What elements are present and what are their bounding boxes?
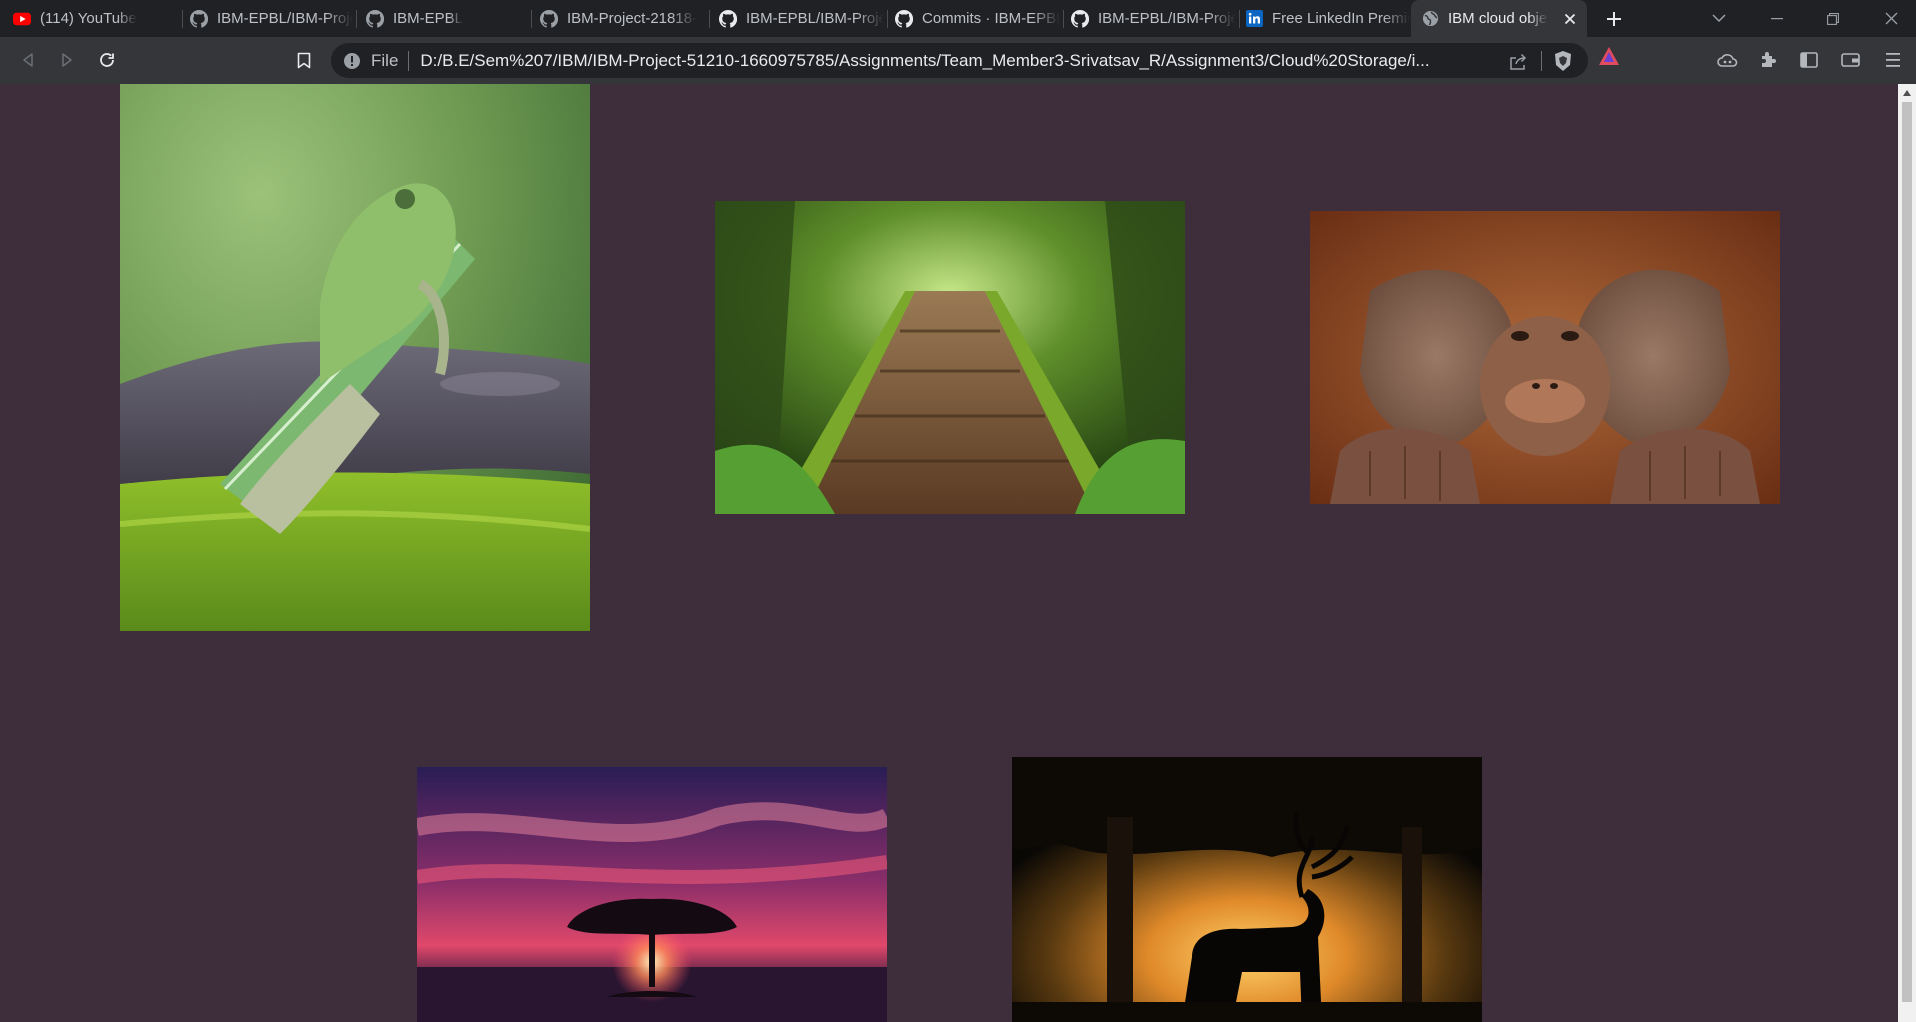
minimize-icon: [1771, 17, 1783, 19]
omnibox-divider: [1541, 51, 1542, 71]
page-scrollbar[interactable]: [1898, 84, 1916, 1022]
back-arrow-icon: [23, 53, 33, 67]
tab-strip: (114) YouTube IBM-EPBL/IBM-Project IBM-E…: [0, 0, 1916, 37]
linkedin-icon: [1245, 10, 1263, 28]
url-text[interactable]: D:/B.E/Sem%207/IBM/IBM-Project-51210-166…: [420, 51, 1450, 71]
close-window-button[interactable]: [1868, 0, 1914, 37]
globe-icon: [1421, 10, 1439, 28]
tab-title: IBM-EPBL: [393, 10, 464, 27]
tab-title: (114) YouTube: [40, 10, 137, 27]
bookmark-button[interactable]: [290, 46, 318, 74]
bookmark-icon: [297, 52, 311, 68]
info-icon[interactable]: [343, 52, 361, 70]
back-button[interactable]: [14, 46, 42, 74]
new-tab-button[interactable]: [1600, 5, 1628, 33]
wallet-button[interactable]: [1836, 46, 1864, 74]
mossy-forest-boardwalk-image: [715, 201, 1185, 514]
tab-github-ibm-epbl-project-2[interactable]: IBM-EPBL/IBM-Project: [719, 0, 884, 37]
chevron-down-icon: [1712, 14, 1726, 23]
tab-separator: [1239, 10, 1240, 28]
hamburger-menu-icon: [1886, 53, 1900, 67]
orangutan-face-image: [1310, 211, 1780, 504]
omnibox-divider: [408, 50, 410, 71]
restore-icon: [1827, 12, 1839, 25]
youtube-icon: [13, 10, 31, 28]
tab-title: Commits · IBM-EPBL: [922, 10, 1060, 27]
scrollbar-thumb[interactable]: [1902, 102, 1912, 1002]
github-icon: [190, 9, 208, 28]
reload-button[interactable]: [93, 46, 121, 74]
sunset-tree-silhouette-image: [417, 767, 887, 1022]
tab-github-ibm-epbl-project-1[interactable]: IBM-EPBL/IBM-Project: [190, 0, 353, 37]
github-icon: [895, 9, 913, 28]
tab-separator: [531, 10, 532, 28]
forward-arrow-icon: [62, 53, 72, 67]
forward-button[interactable]: [53, 46, 81, 74]
deer-silhouette-sunset-image: [1012, 757, 1482, 1022]
close-icon: [1885, 12, 1897, 25]
vpn-button[interactable]: [1713, 46, 1741, 74]
tab-separator: [182, 10, 183, 28]
page-content: [0, 84, 1898, 1022]
tab-title: IBM-EPBL/IBM-Project: [1098, 10, 1236, 27]
scroll-up-arrow-icon[interactable]: [1902, 88, 1912, 98]
cloud-icon: [1717, 54, 1738, 67]
tab-title: IBM-EPBL/IBM-Project: [746, 10, 884, 27]
sidebar-icon: [1800, 52, 1818, 68]
tab-separator: [1063, 10, 1064, 28]
github-icon: [366, 9, 384, 28]
minimize-button[interactable]: [1754, 0, 1800, 37]
tab-title: IBM-Project-21818-: [567, 10, 698, 27]
wallet-icon: [1840, 53, 1860, 67]
scheme-label: File: [371, 50, 399, 70]
tab-title: IBM cloud object storage: [1448, 10, 1548, 27]
extensions-button[interactable]: [1754, 46, 1782, 74]
menu-button[interactable]: [1879, 46, 1907, 74]
tab-ibm-cloud-object-storage[interactable]: IBM cloud object storage: [1411, 0, 1587, 37]
tab-separator: [887, 10, 888, 28]
share-icon[interactable]: [1508, 51, 1528, 71]
brave-shields-icon[interactable]: [1552, 49, 1574, 73]
sidebar-button[interactable]: [1795, 46, 1823, 74]
tab-github-commits[interactable]: Commits · IBM-EPBL: [895, 0, 1060, 37]
brave-rewards-icon[interactable]: [1597, 44, 1621, 68]
github-icon: [1071, 9, 1089, 28]
address-bar[interactable]: File D:/B.E/Sem%207/IBM/IBM-Project-5121…: [331, 43, 1588, 78]
tab-linkedin[interactable]: Free LinkedIn Premium: [1245, 0, 1410, 37]
restore-button[interactable]: [1810, 0, 1856, 37]
tab-separator: [356, 10, 357, 28]
tab-github-ibm-project-21818[interactable]: IBM-Project-21818-: [540, 0, 706, 37]
plus-icon: [1607, 12, 1621, 26]
tab-github-ibm-epbl-project-3[interactable]: IBM-EPBL/IBM-Project: [1071, 0, 1236, 37]
github-icon: [540, 9, 558, 28]
github-icon: [719, 9, 737, 28]
puzzle-icon: [1762, 52, 1776, 67]
tab-github-ibm-epbl[interactable]: IBM-EPBL: [366, 0, 528, 37]
browser-toolbar: File D:/B.E/Sem%207/IBM/IBM-Project-5121…: [0, 37, 1916, 84]
tab-search-button[interactable]: [1696, 0, 1742, 37]
close-tab-icon[interactable]: [1561, 10, 1579, 28]
reload-icon: [100, 53, 114, 67]
tab-title: Free LinkedIn Premium: [1272, 10, 1410, 27]
chameleon-playing-leaf-guitar-image: [120, 84, 590, 631]
tab-youtube[interactable]: (114) YouTube: [10, 0, 180, 37]
tab-title: IBM-EPBL/IBM-Project: [217, 10, 353, 27]
tab-separator: [709, 10, 710, 28]
